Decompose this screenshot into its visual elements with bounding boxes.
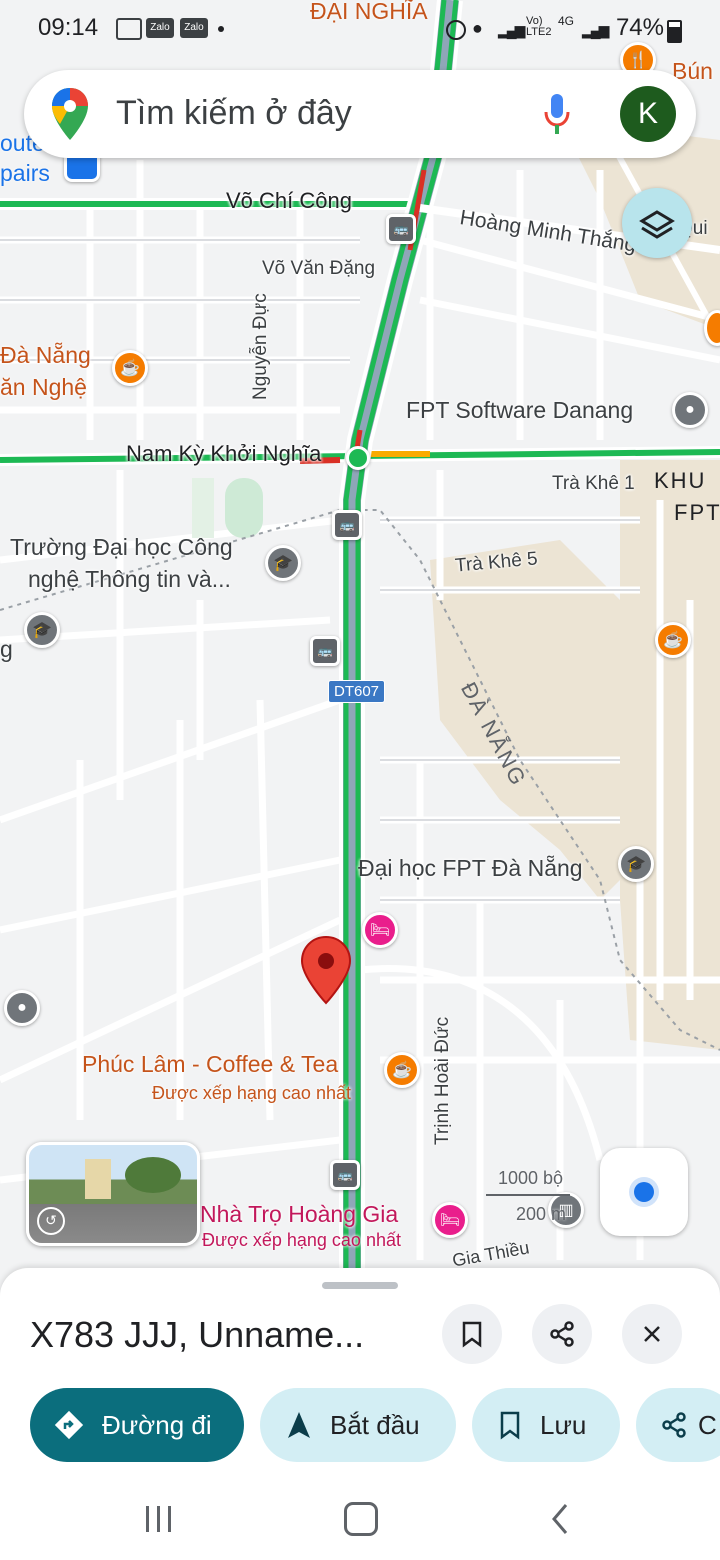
network-type: 4G: [558, 14, 575, 28]
route-shield-dt607: DT607: [328, 680, 386, 703]
microphone-icon[interactable]: [542, 92, 572, 138]
poi-label-da-nang-van-nghe-line1[interactable]: Đà Nẵng: [0, 342, 91, 369]
street-view-thumbnail[interactable]: ↺: [26, 1142, 200, 1246]
bookmark-icon: [462, 1321, 482, 1348]
map-base-layer: [0, 0, 720, 1290]
poi-label-route-stairs-2: pairs: [0, 160, 50, 186]
zalo-icon: Zalo: [180, 18, 208, 38]
home-button[interactable]: [344, 1502, 378, 1536]
signal-icon: ▂▄▆: [582, 22, 609, 38]
status-bar: 09:14 Zalo Zalo ● ▂▄▆ Vo) LTE2 4G ▂▄▆ 74…: [0, 0, 720, 56]
navigation-arrow-icon: [288, 1412, 310, 1438]
close-button[interactable]: [622, 1304, 682, 1364]
poi-label-truong-dai-hoc-line2[interactable]: nghệ Thông tin và...: [28, 566, 231, 593]
save-label: Lưu: [540, 1409, 587, 1440]
scale-label-meters: 200 m: [516, 1204, 567, 1224]
traffic-light-icon: [346, 446, 370, 470]
share-icon: [662, 1412, 686, 1438]
sheet-drag-handle[interactable]: [322, 1282, 398, 1289]
google-maps-logo-icon: [52, 88, 88, 140]
location-icon: ●: [472, 18, 483, 38]
hotel-icon[interactable]: 🛏: [362, 912, 398, 948]
poi-label-nha-tro-hoang-gia[interactable]: Nhà Trọ Hoàng Gia: [200, 1201, 398, 1228]
back-button[interactable]: [550, 1502, 570, 1536]
layers-button[interactable]: [622, 188, 692, 258]
search-bar[interactable]: Tìm kiếm ở đây K: [24, 70, 696, 158]
coffee-icon[interactable]: ☕: [655, 622, 691, 658]
start-label: Bắt đầu: [330, 1409, 420, 1440]
poi-label-truong-dai-hoc-line1[interactable]: Trường Đại học Công: [10, 534, 233, 561]
street-label-tra-khe-1: Trà Khê 1: [552, 473, 635, 494]
share-chip-label: C: [698, 1409, 717, 1440]
place-bottom-sheet[interactable]: X783 JJJ, Unname... Đường đi Bắt đầu Lưu…: [0, 1268, 720, 1480]
school-icon[interactable]: 🎓: [618, 846, 654, 882]
rotate-360-icon: ↺: [37, 1207, 65, 1235]
area-label-fpt: FPT: [674, 500, 720, 525]
layers-icon: [639, 210, 675, 239]
place-dot-icon[interactable]: ●: [4, 990, 40, 1026]
search-input[interactable]: Tìm kiếm ở đây: [116, 94, 352, 133]
save-place-button[interactable]: [442, 1304, 502, 1364]
my-location-button[interactable]: [600, 1148, 688, 1236]
save-button[interactable]: Lưu: [472, 1388, 620, 1462]
directions-icon: [54, 1410, 84, 1440]
share-button[interactable]: [532, 1304, 592, 1364]
status-time: 09:14: [38, 14, 99, 41]
poi-label-dai-hoc-fpt[interactable]: Đại học FPT Đà Nẵng: [358, 855, 583, 882]
poi-label-fpt-software[interactable]: FPT Software Danang: [406, 397, 633, 424]
bus-stop-icon[interactable]: 🚌: [310, 636, 340, 666]
poi-label-g: g: [0, 636, 13, 662]
system-nav-bar: [0, 1480, 720, 1560]
image-icon: [116, 18, 142, 40]
volte-label: Vo) LTE2: [526, 15, 552, 38]
recent-apps-button[interactable]: [144, 1504, 174, 1534]
bus-stop-icon[interactable]: 🚌: [330, 1160, 360, 1190]
more-notifications-dot-icon: [218, 26, 224, 32]
street-label-nguyen-duc: Nguyễn Đực: [250, 293, 271, 400]
coffee-icon[interactable]: ☕: [112, 350, 148, 386]
bus-stop-icon[interactable]: 🚌: [332, 510, 362, 540]
directions-label: Đường đi: [102, 1409, 212, 1440]
poi-label-da-nang-van-nghe-line2[interactable]: ăn Nghệ: [0, 374, 87, 401]
directions-button[interactable]: Đường đi: [30, 1388, 244, 1462]
poi-sublabel-nha-tro: Được xếp hạng cao nhất: [202, 1230, 401, 1250]
close-icon: [644, 1326, 660, 1342]
signal-icon: ▂▄▆: [498, 22, 525, 38]
start-navigation-button[interactable]: Bắt đầu: [260, 1388, 456, 1462]
school-icon[interactable]: 🎓: [265, 545, 301, 581]
street-label-trinh-hoai-duc: Trịnh Hoài Đức: [432, 1016, 453, 1145]
scale-label-feet: 1000 bộ: [498, 1168, 564, 1188]
bookmark-icon: [500, 1411, 520, 1440]
street-label-vo-van-dang: Võ Văn Đặng: [262, 258, 376, 279]
street-label-vo-chi-cong: Võ Chí Công: [226, 188, 352, 213]
dropped-pin-icon[interactable]: [300, 935, 352, 1005]
place-dot-icon[interactable]: ●: [672, 392, 708, 428]
place-title: X783 JJJ, Unname...: [30, 1314, 365, 1355]
alarm-icon: [446, 20, 466, 40]
area-label-khu: KHU: [654, 468, 707, 493]
hotel-icon[interactable]: 🛏: [432, 1202, 468, 1238]
scale-bar: [486, 1194, 570, 1196]
poi-label-phuc-lam[interactable]: Phúc Lâm - Coffee & Tea: [82, 1051, 338, 1078]
share-chip-button[interactable]: C: [636, 1388, 720, 1462]
location-dot-icon: [634, 1182, 654, 1202]
zalo-icon: Zalo: [146, 18, 174, 38]
battery-icon: [667, 20, 682, 43]
school-icon[interactable]: 🎓: [24, 612, 60, 648]
map-canvas[interactable]: Võ Chí Công Hoàng Minh Thắng Qui Võ Văn …: [0, 0, 720, 1290]
avatar[interactable]: K: [620, 86, 676, 142]
share-icon: [550, 1321, 574, 1347]
battery-percent: 74%: [615, 14, 664, 41]
poi-sublabel-phuc-lam: Được xếp hạng cao nhất: [152, 1083, 351, 1103]
bus-stop-icon[interactable]: 🚌: [386, 214, 416, 244]
street-label-nam-ky-khoi-nghia: Nam Kỳ Khởi Nghĩa: [126, 441, 322, 466]
coffee-icon[interactable]: ☕: [384, 1052, 420, 1088]
